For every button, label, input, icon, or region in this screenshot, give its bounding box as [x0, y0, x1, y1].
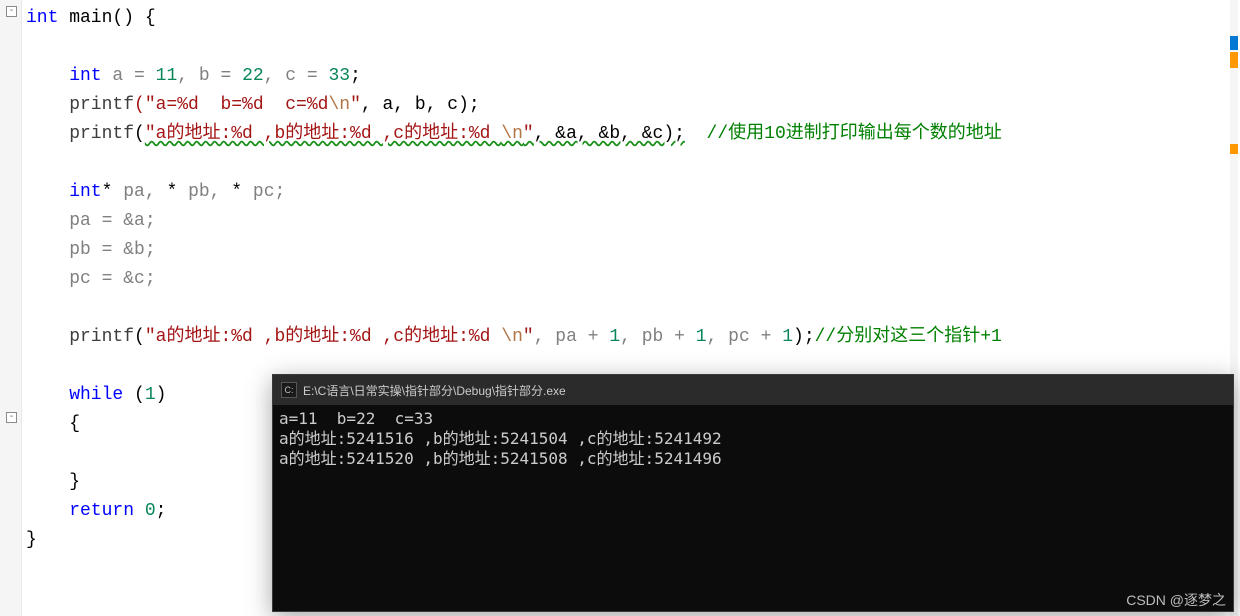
console-app-icon: C: — [281, 382, 297, 398]
fold-toggle-while[interactable]: - — [6, 412, 17, 423]
code-line[interactable]: printf("a=%d b=%d c=%d\n", a, b, c); — [26, 91, 1240, 120]
code-line[interactable] — [26, 294, 1240, 323]
code-line[interactable]: int a = 11, b = 22, c = 33; — [26, 62, 1240, 91]
code-line[interactable]: pc = &c; — [26, 265, 1240, 294]
code-line[interactable] — [26, 33, 1240, 62]
code-line-cursor[interactable] — [26, 149, 1240, 178]
code-line[interactable]: printf("a的地址:%d ,b的地址:%d ,c的地址:%d \n", &… — [26, 120, 1240, 149]
console-line: a的地址:5241520 ,b的地址:5241508 ,c的地址:5241496 — [279, 449, 722, 468]
console-window[interactable]: C: E:\C语言\日常实操\指针部分\Debug\指针部分.exe a=11 … — [272, 374, 1234, 612]
code-line[interactable]: printf("a的地址:%d ,b的地址:%d ,c的地址:%d \n", p… — [26, 323, 1240, 352]
editor-gutter: - - — [0, 0, 22, 616]
fold-toggle-main[interactable]: - — [6, 6, 17, 17]
console-line: a=11 b=22 c=33 — [279, 409, 433, 428]
cursor-highlight — [48, 149, 1240, 178]
code-line[interactable]: int* pa, * pb, * pc; — [26, 178, 1240, 207]
console-line: a的地址:5241516 ,b的地址:5241504 ,c的地址:5241492 — [279, 429, 722, 448]
console-titlebar[interactable]: C: E:\C语言\日常实操\指针部分\Debug\指针部分.exe — [273, 375, 1233, 405]
console-title: E:\C语言\日常实操\指针部分\Debug\指针部分.exe — [303, 382, 566, 399]
code-line[interactable]: int main() { — [26, 4, 1240, 33]
console-output[interactable]: a=11 b=22 c=33 a的地址:5241516 ,b的地址:524150… — [273, 405, 1233, 473]
code-line[interactable]: pb = &b; — [26, 236, 1240, 265]
watermark-text: CSDN @逐梦之 — [1126, 590, 1226, 610]
code-line[interactable]: pa = &a; — [26, 207, 1240, 236]
